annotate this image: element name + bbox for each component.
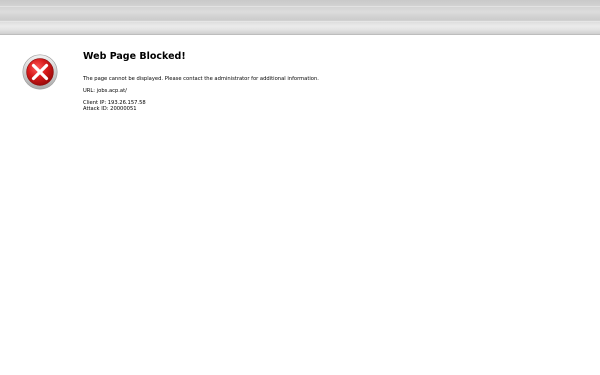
- url-label: URL:: [83, 88, 96, 94]
- attack-id-value: 20000051: [110, 106, 137, 112]
- attack-id-line: Attack ID: 20000051: [83, 106, 137, 113]
- block-description: The page cannot be displayed. Please con…: [83, 76, 319, 82]
- attack-id-label: Attack ID:: [83, 106, 109, 112]
- url-line: URL: jobs.acp.at/: [83, 88, 127, 95]
- url-value: jobs.acp.at/: [96, 88, 127, 94]
- error-x-icon: [22, 54, 58, 90]
- blocked-message-panel: Web Page Blocked! The page cannot be dis…: [83, 51, 563, 112]
- page-title: Web Page Blocked!: [83, 51, 186, 62]
- top-banner: [0, 0, 600, 35]
- banner-stripe: [0, 21, 600, 22]
- banner-stripe: [0, 6, 600, 7]
